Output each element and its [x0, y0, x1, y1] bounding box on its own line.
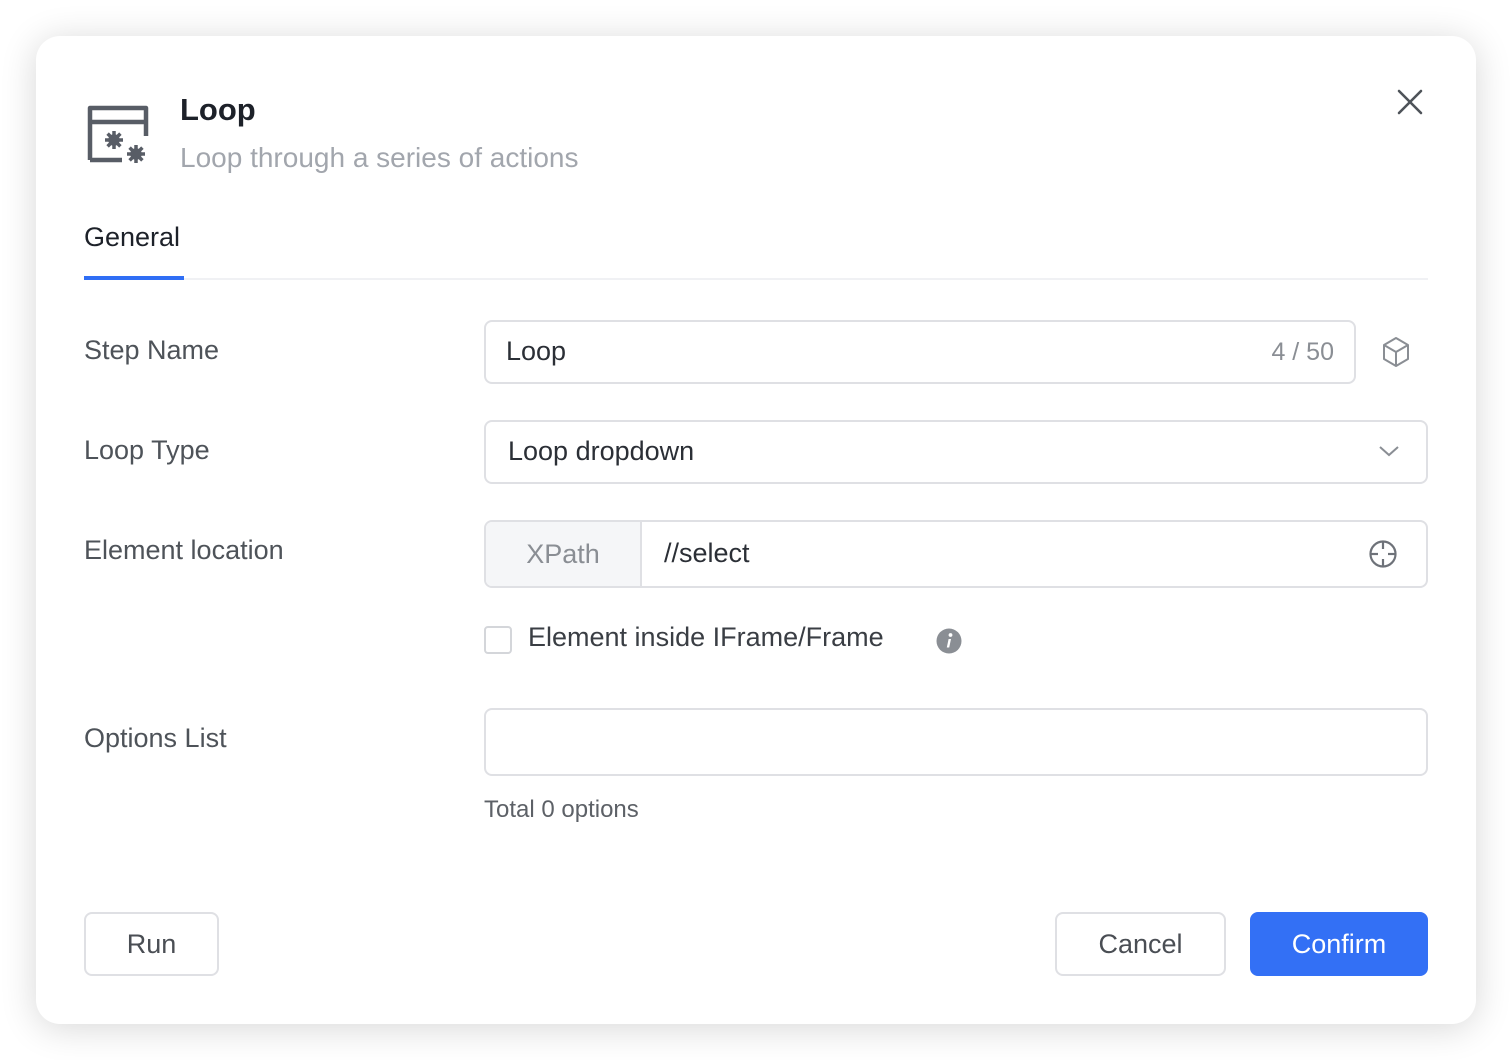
options-count-text: Total 0 options: [484, 796, 639, 823]
crosshair-icon[interactable]: [1368, 539, 1398, 569]
xpath-addon[interactable]: XPath: [486, 522, 642, 586]
cube-icon[interactable]: [1382, 336, 1410, 368]
tab-general-label: General: [84, 222, 181, 252]
step-name-label: Step Name: [84, 335, 220, 365]
loop-type-value: Loop dropdown: [508, 436, 695, 466]
info-icon[interactable]: [936, 628, 962, 654]
element-location-label: Element location: [84, 535, 284, 565]
step-name-input[interactable]: Loop 4 / 50: [484, 320, 1356, 384]
cancel-button[interactable]: Cancel: [1055, 912, 1226, 976]
options-list-input[interactable]: [484, 708, 1428, 776]
tab-general[interactable]: General: [84, 222, 180, 280]
loop-dialog: Loop Loop through a series of actions Ge…: [36, 36, 1476, 1024]
loop-type-select[interactable]: Loop dropdown: [484, 420, 1428, 484]
iframe-checkbox-label[interactable]: Element inside IFrame/Frame: [528, 622, 884, 653]
dialog-title: Loop: [180, 92, 256, 127]
step-name-value: Loop: [506, 336, 567, 366]
tab-bar: General: [84, 222, 1428, 280]
xpath-input[interactable]: //select: [664, 538, 750, 569]
chevron-down-icon: [1379, 446, 1399, 457]
confirm-button[interactable]: Confirm: [1250, 912, 1428, 976]
iframe-checkbox[interactable]: [484, 626, 512, 654]
dialog-subtitle: Loop through a series of actions: [180, 142, 579, 173]
options-list-label: Options List: [84, 723, 227, 753]
active-tab-indicator: [84, 276, 184, 280]
step-name-counter: 4 / 50: [1271, 338, 1334, 366]
window-gears-icon: [87, 105, 149, 163]
loop-type-label: Loop Type: [84, 435, 210, 465]
element-location-group: XPath //select: [484, 520, 1428, 588]
close-icon[interactable]: [1396, 88, 1424, 116]
run-button[interactable]: Run: [84, 912, 219, 976]
